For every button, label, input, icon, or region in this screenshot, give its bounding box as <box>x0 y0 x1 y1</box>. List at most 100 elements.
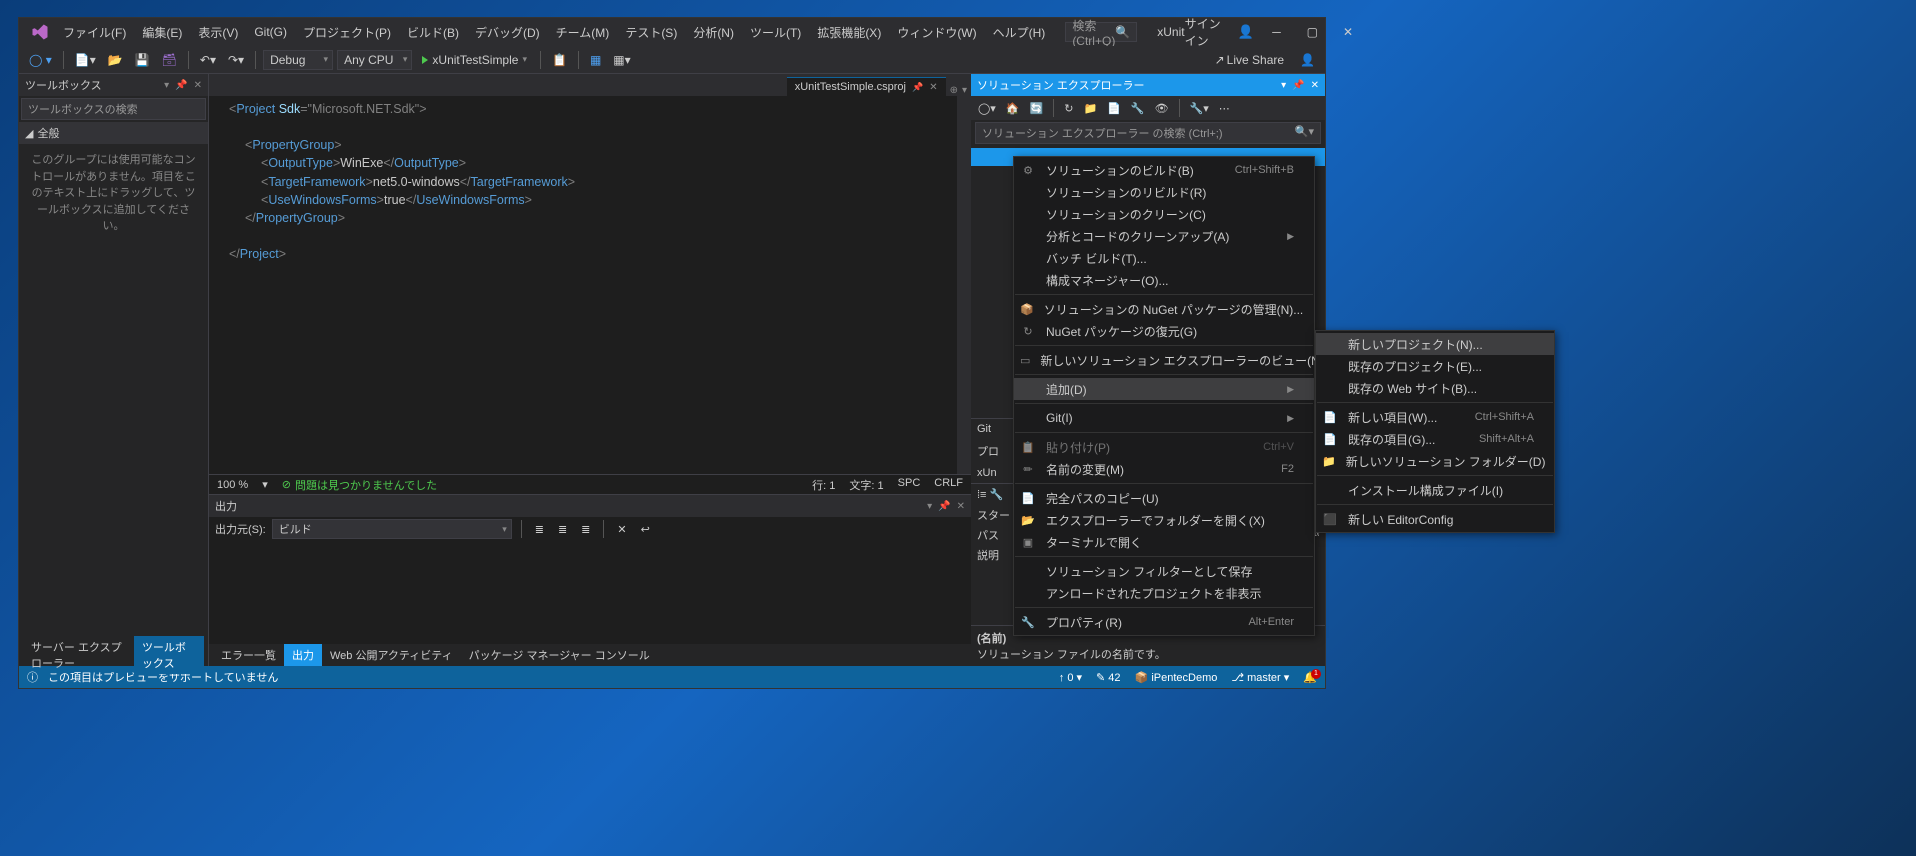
output-source-combo[interactable]: ビルド <box>272 519 512 539</box>
menu-extensions[interactable]: 拡張機能(X) <box>809 20 889 45</box>
se-collapse-icon[interactable]: 📁 <box>1080 100 1100 117</box>
tab-toolbox[interactable]: ツールボックス <box>134 636 204 674</box>
tab-web-publish[interactable]: Web 公開アクティビティ <box>322 644 461 666</box>
tab-dropdown-icon[interactable]: ▾ <box>962 85 967 96</box>
close-icon[interactable]: ✕ <box>194 80 202 91</box>
menu-test[interactable]: テスト(S) <box>617 20 685 45</box>
sub-new-item[interactable]: 📄新しい項目(W)...Ctrl+Shift+A <box>1316 406 1554 428</box>
ctx-config-mgr[interactable]: 構成マネージャー(O)... <box>1014 269 1314 291</box>
pin-icon[interactable]: 📌 <box>1292 80 1304 91</box>
save-button[interactable]: 💾 <box>131 51 154 69</box>
window-maximize-button[interactable]: ▢ <box>1299 18 1325 46</box>
ctx-properties[interactable]: 🔧プロパティ(R)Alt+Enter <box>1014 611 1314 633</box>
ctx-paste[interactable]: 📋貼り付け(P)Ctrl+V <box>1014 436 1314 458</box>
toolbar-icon-1[interactable]: 📋 <box>548 51 571 69</box>
indent-mode[interactable]: SPC <box>898 477 921 493</box>
ctx-new-se-view[interactable]: ▭新しいソリューション エクスプローラーのビュー(N) <box>1014 349 1314 371</box>
menu-debug[interactable]: デバッグ(D) <box>467 20 548 45</box>
status-branch[interactable]: ⎇ master ▾ <box>1231 671 1289 684</box>
se-wrench-icon[interactable]: 🔧▾ <box>1187 100 1212 117</box>
ctx-rename[interactable]: ✏名前の変更(M)F2 <box>1014 458 1314 480</box>
toolbar-icon-3[interactable]: ▦▾ <box>609 51 634 69</box>
ctx-save-filter[interactable]: ソリューション フィルターとして保存 <box>1014 560 1314 582</box>
sub-new-folder[interactable]: 📁新しいソリューション フォルダー(D) <box>1316 450 1554 472</box>
sub-existing-project[interactable]: 既存のプロジェクト(E)... <box>1316 355 1554 377</box>
ctx-code-cleanup[interactable]: 分析とコードのクリーンアップ(A)▶ <box>1014 225 1314 247</box>
solution-explorer-search[interactable]: ソリューション エクスプローラー の検索 (Ctrl+;) 🔍▾ <box>975 122 1321 144</box>
ctx-build-solution[interactable]: ⚙ソリューションのビルド(B)Ctrl+Shift+B <box>1014 159 1314 181</box>
output-text[interactable] <box>209 541 971 644</box>
se-sync-icon[interactable]: 🔄 <box>1027 100 1047 117</box>
sub-install-config[interactable]: インストール構成ファイル(I) <box>1316 479 1554 501</box>
menu-help[interactable]: ヘルプ(H) <box>985 20 1054 45</box>
window-close-button[interactable]: ✕ <box>1335 18 1361 46</box>
status-repo[interactable]: 📦 iPentecDemo <box>1135 671 1218 684</box>
sub-new-editorconfig[interactable]: ⬛新しい EditorConfig <box>1316 508 1554 530</box>
menu-analyze[interactable]: 分析(N) <box>685 20 742 45</box>
tab-pkg-mgr-console[interactable]: パッケージ マネージャー コンソール <box>461 644 658 666</box>
new-file-button[interactable]: 📄▾ <box>71 51 100 69</box>
feedback-icon[interactable]: 👤 <box>1296 51 1319 69</box>
menu-view[interactable]: 表示(V) <box>190 20 246 45</box>
ctx-add[interactable]: 追加(D)▶ <box>1014 378 1314 400</box>
open-button[interactable]: 📂 <box>104 51 127 69</box>
sub-existing-item[interactable]: 📄既存の項目(G)...Shift+Alt+A <box>1316 428 1554 450</box>
ctx-nuget-manage[interactable]: 📦ソリューションの NuGet パッケージの管理(N)... <box>1014 298 1314 320</box>
ctx-git[interactable]: Git(I)▶ <box>1014 407 1314 429</box>
dropdown-icon[interactable]: ▾ <box>1281 80 1286 91</box>
undo-button[interactable]: ↶▾ <box>196 51 220 69</box>
save-all-button[interactable]: 🗃 <box>158 51 181 69</box>
user-icon[interactable]: 👤 <box>1237 24 1253 40</box>
menu-tools[interactable]: ツール(T) <box>742 20 809 45</box>
menu-build[interactable]: ビルド(B) <box>399 20 467 45</box>
start-debug-button[interactable]: xUnitTestSimple ▾ <box>416 52 533 68</box>
ctx-hide-unloaded[interactable]: アンロードされたプロジェクトを非表示 <box>1014 582 1314 604</box>
output-btn2[interactable]: ≣ <box>554 521 571 538</box>
menu-file[interactable]: ファイル(F) <box>55 20 134 45</box>
output-btn3[interactable]: ≣ <box>577 521 594 538</box>
output-btn1[interactable]: ≣ <box>531 521 548 538</box>
tab-close-icon[interactable]: ✕ <box>929 82 937 93</box>
ctx-clean-solution[interactable]: ソリューションのクリーン(C) <box>1014 203 1314 225</box>
liveshare-button[interactable]: ↗ Live Share <box>1211 51 1288 69</box>
toolbox-search-input[interactable]: ツールボックスの検索 <box>21 98 206 120</box>
se-back-icon[interactable]: ◯▾ <box>975 100 999 117</box>
platform-combo[interactable]: Any CPU <box>337 50 412 70</box>
notifications-icon[interactable]: 🔔1 <box>1303 671 1317 684</box>
output-wrap-button[interactable]: ↩ <box>637 521 654 538</box>
se-refresh-icon[interactable]: ↻ <box>1061 100 1076 117</box>
ctx-nuget-restore[interactable]: ↻NuGet パッケージの復元(G) <box>1014 320 1314 342</box>
close-icon[interactable]: ✕ <box>957 501 965 512</box>
menu-project[interactable]: プロジェクト(P) <box>295 20 399 45</box>
menu-edit[interactable]: 編集(E) <box>134 20 190 45</box>
global-search-input[interactable]: 検索 (Ctrl+Q) 🔍 <box>1065 22 1137 42</box>
ctx-batch-build[interactable]: バッチ ビルド(T)... <box>1014 247 1314 269</box>
pin-icon[interactable]: 📌 <box>938 501 950 512</box>
menu-window[interactable]: ウィンドウ(W) <box>889 20 984 45</box>
menu-git[interactable]: Git(G) <box>246 21 295 43</box>
eol-mode[interactable]: CRLF <box>934 477 963 493</box>
se-properties-icon[interactable]: 🔧 <box>1128 100 1148 117</box>
zoom-level[interactable]: 100 % <box>217 479 248 491</box>
tab-pin-icon[interactable]: 📌 <box>912 82 923 93</box>
tab-error-list[interactable]: エラー一覧 <box>213 644 284 666</box>
sub-existing-web[interactable]: 既存の Web サイト(B)... <box>1316 377 1554 399</box>
signin-link[interactable]: サインイン <box>1185 15 1228 49</box>
toolbox-section-general[interactable]: ◢ 全般 <box>19 122 208 144</box>
pin-icon[interactable]: 📌 <box>175 80 187 91</box>
se-showall-icon[interactable]: 📄 <box>1104 100 1124 117</box>
sub-new-project[interactable]: 新しいプロジェクト(N)... <box>1316 333 1554 355</box>
se-more-icon[interactable]: ⋯ <box>1216 100 1233 117</box>
menu-team[interactable]: チーム(M) <box>548 20 618 45</box>
se-preview-icon[interactable]: 👁 <box>1152 100 1172 117</box>
problems-status[interactable]: ⊘問題は見つかりませんでした <box>282 477 437 493</box>
se-home-icon[interactable]: 🏠 <box>1003 100 1023 117</box>
dropdown-icon[interactable]: ▾ <box>164 80 169 91</box>
status-edits[interactable]: ✎ 42 <box>1096 671 1121 684</box>
tab-server-explorer[interactable]: サーバー エクスプローラー <box>23 636 134 674</box>
ctx-open-terminal[interactable]: ▣ターミナルで開く <box>1014 531 1314 553</box>
dropdown-icon[interactable]: ▾ <box>927 501 932 512</box>
code-editor[interactable]: <Project Sdk="Microsoft.NET.Sdk"> <Prope… <box>209 96 971 474</box>
status-upload[interactable]: ↑ 0 ▾ <box>1059 671 1082 684</box>
ctx-copy-path[interactable]: 📄完全パスのコピー(U) <box>1014 487 1314 509</box>
